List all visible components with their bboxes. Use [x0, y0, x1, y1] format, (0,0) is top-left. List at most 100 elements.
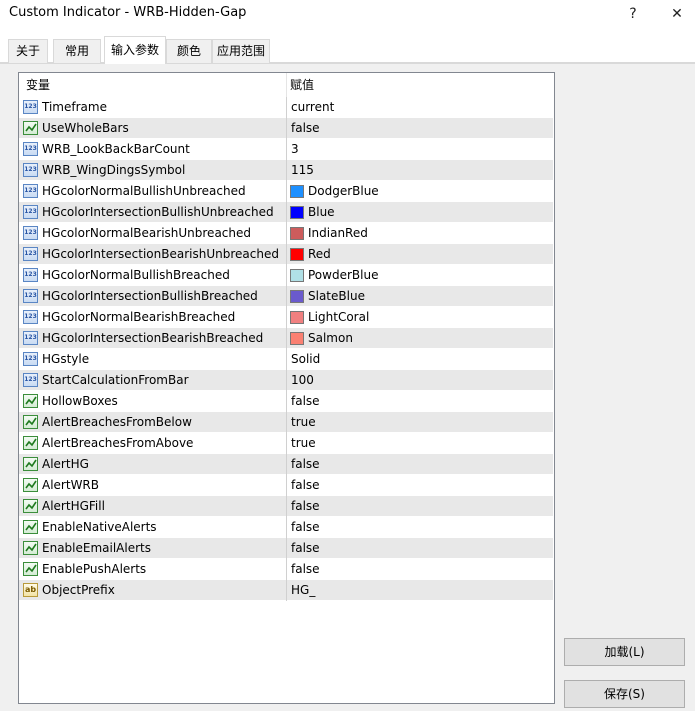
variable-name: EnableEmailAlerts	[42, 541, 151, 555]
variable-name: HGcolorNormalBullishBreached	[42, 268, 230, 282]
table-row[interactable]: 123 HGcolorNormalBearishBreached LightCora…	[19, 307, 553, 328]
variable-cell[interactable]: 123 HGstyle	[19, 349, 287, 370]
variable-cell[interactable]: 123 HGcolorIntersectionBullishBreached	[19, 286, 287, 307]
number-type-icon: 123	[23, 205, 38, 219]
variable-cell[interactable]: EnablePushAlerts	[19, 559, 287, 580]
table-row[interactable]: AlertHGFill false	[19, 496, 553, 517]
table-row[interactable]: 123 WRB_LookBackBarCount 3	[19, 139, 553, 160]
variable-cell[interactable]: 123 StartCalculationFromBar	[19, 370, 287, 391]
table-row[interactable]: EnableEmailAlerts false	[19, 538, 553, 559]
close-button[interactable]: ✕	[666, 3, 688, 25]
variable-cell[interactable]: 123 WRB_WingDingsSymbol	[19, 160, 287, 181]
value-cell[interactable]: false	[287, 391, 553, 412]
boolean-type-icon	[23, 562, 38, 576]
value-cell[interactable]: Salmon	[287, 328, 553, 349]
table-row[interactable]: AlertBreachesFromAbove true	[19, 433, 553, 454]
tab-visualization[interactable]: 应用范围	[212, 39, 270, 63]
variable-cell[interactable]: 123 HGcolorIntersectionBearishBreached	[19, 328, 287, 349]
variable-value: false	[291, 520, 320, 534]
table-row[interactable]: AlertWRB false	[19, 475, 553, 496]
value-cell[interactable]: false	[287, 538, 553, 559]
table-row[interactable]: 123 HGcolorIntersectionBullishUnbreached B…	[19, 202, 553, 223]
table-row[interactable]: 123 HGstyle Solid	[19, 349, 553, 370]
save-button[interactable]: 保存(S)	[564, 680, 685, 708]
value-cell[interactable]: false	[287, 559, 553, 580]
table-row[interactable]: AlertHG false	[19, 454, 553, 475]
load-button[interactable]: 加载(L)	[564, 638, 685, 666]
value-cell[interactable]: PowderBlue	[287, 265, 553, 286]
variable-cell[interactable]: EnableNativeAlerts	[19, 517, 287, 538]
table-row[interactable]: 123 HGcolorNormalBearishUnbreached IndianR…	[19, 223, 553, 244]
column-header-value[interactable]: 赋值	[287, 73, 554, 97]
help-button[interactable]: ?	[622, 3, 644, 25]
variable-cell[interactable]: AlertHGFill	[19, 496, 287, 517]
value-cell[interactable]: false	[287, 454, 553, 475]
tab-colors[interactable]: 颜色	[166, 39, 212, 63]
variable-name: WRB_LookBackBarCount	[42, 142, 190, 156]
variable-cell[interactable]: 123 HGcolorNormalBearishBreached	[19, 307, 287, 328]
table-row[interactable]: 123 HGcolorNormalBullishUnbreached DodgerB…	[19, 181, 553, 202]
variable-cell[interactable]: AlertWRB	[19, 475, 287, 496]
table-row[interactable]: ab ObjectPrefix HG_	[19, 580, 553, 601]
variable-cell[interactable]: AlertBreachesFromAbove	[19, 433, 287, 454]
table-row[interactable]: 123 HGcolorIntersectionBearishUnbreached R…	[19, 244, 553, 265]
table-row[interactable]: UseWholeBars false	[19, 118, 553, 139]
value-cell[interactable]: IndianRed	[287, 223, 553, 244]
variable-cell[interactable]: 123 Timeframe	[19, 97, 287, 118]
value-cell[interactable]: true	[287, 433, 553, 454]
color-swatch	[290, 227, 304, 240]
window-title: Custom Indicator - WRB-Hidden-Gap	[9, 5, 247, 20]
value-cell[interactable]: false	[287, 475, 553, 496]
value-cell[interactable]: true	[287, 412, 553, 433]
variable-cell[interactable]: 123 WRB_LookBackBarCount	[19, 139, 287, 160]
table-row[interactable]: HollowBoxes false	[19, 391, 553, 412]
variable-cell[interactable]: HollowBoxes	[19, 391, 287, 412]
variable-cell[interactable]: 123 HGcolorIntersectionBullishUnbreached	[19, 202, 287, 223]
table-row[interactable]: EnableNativeAlerts false	[19, 517, 553, 538]
variable-cell[interactable]: 123 HGcolorNormalBearishUnbreached	[19, 223, 287, 244]
value-cell[interactable]: false	[287, 496, 553, 517]
value-cell[interactable]: false	[287, 118, 553, 139]
variable-cell[interactable]: 123 HGcolorNormalBullishUnbreached	[19, 181, 287, 202]
variable-value: IndianRed	[308, 226, 368, 240]
value-cell[interactable]: LightCoral	[287, 307, 553, 328]
table-row[interactable]: EnablePushAlerts false	[19, 559, 553, 580]
table-row[interactable]: 123 WRB_WingDingsSymbol 115	[19, 160, 553, 181]
tab-common[interactable]: 常用	[53, 39, 101, 63]
variable-value: false	[291, 121, 320, 135]
variable-value: false	[291, 562, 320, 576]
value-cell[interactable]: false	[287, 517, 553, 538]
value-cell[interactable]: SlateBlue	[287, 286, 553, 307]
variable-name: AlertBreachesFromBelow	[42, 415, 192, 429]
table-row[interactable]: 123 HGcolorNormalBullishBreached PowderBlu…	[19, 265, 553, 286]
variable-cell[interactable]: AlertBreachesFromBelow	[19, 412, 287, 433]
table-row[interactable]: 123 StartCalculationFromBar 100	[19, 370, 553, 391]
table-row[interactable]: 123 HGcolorIntersectionBullishBreached Sla…	[19, 286, 553, 307]
value-cell[interactable]: DodgerBlue	[287, 181, 553, 202]
variable-cell[interactable]: ab ObjectPrefix	[19, 580, 287, 601]
table-row[interactable]: 123 Timeframe current	[19, 97, 553, 118]
variable-cell[interactable]: AlertHG	[19, 454, 287, 475]
table-row[interactable]: 123 HGcolorIntersectionBearishBreached Sal…	[19, 328, 553, 349]
variable-cell[interactable]: UseWholeBars	[19, 118, 287, 139]
table-row[interactable]: AlertBreachesFromBelow true	[19, 412, 553, 433]
value-cell[interactable]: 3	[287, 139, 553, 160]
value-cell[interactable]: Solid	[287, 349, 553, 370]
value-cell[interactable]: 100	[287, 370, 553, 391]
variable-cell[interactable]: 123 HGcolorNormalBullishBreached	[19, 265, 287, 286]
tab-about[interactable]: 关于	[8, 39, 48, 63]
value-cell[interactable]: 115	[287, 160, 553, 181]
variable-name: HGcolorNormalBearishUnbreached	[42, 226, 251, 240]
variable-cell[interactable]: 123 HGcolorIntersectionBearishUnbreached	[19, 244, 287, 265]
value-cell[interactable]: Red	[287, 244, 553, 265]
variable-name: HollowBoxes	[42, 394, 118, 408]
variable-name: HGcolorIntersectionBullishUnbreached	[42, 205, 274, 219]
tab-inputs[interactable]: 输入参数	[104, 36, 166, 64]
variable-value: Solid	[291, 352, 321, 366]
variable-cell[interactable]: EnableEmailAlerts	[19, 538, 287, 559]
column-header-variable[interactable]: 变量	[19, 73, 287, 97]
value-cell[interactable]: HG_	[287, 580, 553, 601]
value-cell[interactable]: Blue	[287, 202, 553, 223]
value-cell[interactable]: current	[287, 97, 553, 118]
variable-value: false	[291, 394, 320, 408]
